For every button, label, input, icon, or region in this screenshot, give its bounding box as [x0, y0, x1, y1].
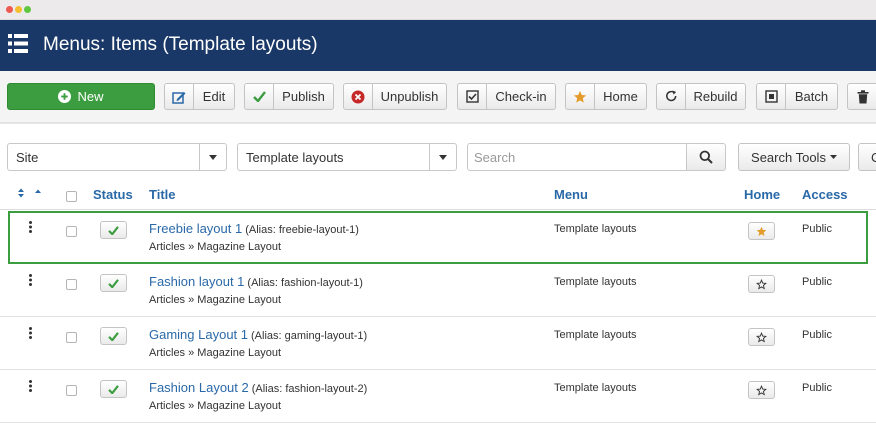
search-icon [699, 150, 713, 164]
status-toggle-button[interactable] [100, 274, 127, 292]
refresh-icon [657, 84, 686, 109]
item-menu: Template layouts [554, 276, 637, 288]
item-menu: Template layouts [554, 329, 637, 341]
home-toggle-button[interactable] [748, 328, 775, 346]
star-outline-icon [756, 331, 767, 343]
drag-handle-icon[interactable] [29, 221, 32, 233]
column-menu[interactable]: Menu [554, 187, 588, 202]
star-outline-icon [756, 278, 767, 290]
item-type: Articles » Magazine Layout [149, 400, 282, 412]
item-type: Articles » Magazine Layout [149, 241, 282, 253]
drag-handle-icon[interactable] [29, 274, 32, 286]
drag-handle-icon[interactable] [29, 380, 32, 392]
item-alias: (Alias: fashion-layout-2) [251, 383, 368, 395]
table-row[interactable]: Fashion Layout 2 (Alias: fashion-layout-2… [0, 370, 876, 423]
toolbar: New Edit Publish Unpublish Check-in Home… [0, 71, 876, 123]
star-outline-icon [756, 384, 767, 396]
maximize-window-icon[interactable] [24, 6, 31, 13]
page-title: Menus: Items (Template layouts) [43, 34, 318, 55]
item-title-link[interactable]: Fashion layout 1 [149, 274, 244, 289]
status-toggle-button[interactable] [100, 380, 127, 398]
filter-bar: Site Template layouts Search Tools C [0, 123, 876, 178]
row-checkbox[interactable] [66, 385, 77, 396]
edit-button[interactable]: Edit [164, 83, 235, 110]
caret-down-icon [429, 144, 456, 170]
item-type: Articles » Magazine Layout [149, 347, 282, 359]
status-toggle-button[interactable] [100, 327, 127, 345]
clear-button[interactable]: C [858, 143, 876, 171]
item-alias: (Alias: gaming-layout-1) [251, 330, 368, 342]
times-circle-icon [344, 84, 373, 109]
search-tools-button[interactable]: Search Tools [738, 143, 850, 171]
plus-circle-icon [58, 90, 72, 103]
trash-button[interactable] [847, 83, 876, 110]
item-alias: (Alias: fashion-layout-1) [247, 277, 363, 289]
unpublish-button[interactable]: Unpublish [343, 83, 447, 110]
item-title-link[interactable]: Fashion Layout 2 [149, 380, 249, 395]
check-icon [108, 278, 119, 288]
status-toggle-button[interactable] [100, 221, 127, 239]
window-chrome [0, 0, 876, 20]
check-icon [245, 84, 274, 109]
item-menu: Template layouts [554, 223, 637, 235]
item-alias: (Alias: freebie-layout-1) [245, 224, 359, 236]
item-type: Articles » Magazine Layout [149, 294, 282, 306]
row-checkbox[interactable] [66, 279, 77, 290]
table-row[interactable]: Fashion layout 1 (Alias: fashion-layout-1… [0, 264, 876, 317]
item-access: Public [802, 276, 832, 288]
table-header: Status Title Menu Home Access [0, 178, 876, 210]
item-title-link[interactable]: Freebie layout 1 [149, 221, 242, 236]
search-input[interactable] [467, 143, 687, 171]
publish-button[interactable]: Publish [244, 83, 334, 110]
batch-button[interactable]: Batch [756, 83, 838, 110]
search-button[interactable] [686, 143, 726, 171]
star-filled-icon [756, 226, 767, 236]
drag-handle-icon[interactable] [29, 327, 32, 339]
checkin-button[interactable]: Check-in [457, 83, 556, 110]
column-title[interactable]: Title [149, 187, 176, 202]
home-button[interactable]: Home [565, 83, 647, 110]
check-icon [108, 331, 119, 341]
home-toggle-button[interactable] [748, 275, 775, 293]
table-row[interactable]: Gaming Layout 1 (Alias: gaming-layout-1) … [0, 317, 876, 370]
item-access: Public [802, 329, 832, 341]
select-all-checkbox[interactable] [66, 191, 77, 202]
row-checkbox[interactable] [66, 226, 77, 237]
star-icon [566, 84, 595, 109]
menu-select[interactable]: Template layouts [237, 143, 457, 171]
close-window-icon[interactable] [6, 6, 13, 13]
caret-down-icon [199, 144, 226, 170]
item-access: Public [802, 382, 832, 394]
table-row[interactable]: Freebie layout 1 (Alias: freebie-layout-1… [8, 211, 868, 264]
column-access[interactable]: Access [802, 187, 848, 202]
check-icon [108, 225, 119, 235]
item-access: Public [802, 223, 832, 235]
rebuild-button[interactable]: Rebuild [656, 83, 746, 110]
list-icon [8, 34, 28, 53]
home-toggle-button[interactable] [748, 222, 775, 240]
column-home[interactable]: Home [744, 187, 780, 202]
check-icon [108, 384, 119, 394]
home-toggle-button[interactable] [748, 381, 775, 399]
sort-ordering-icon[interactable] [17, 188, 41, 198]
stop-square-icon [757, 84, 786, 109]
checkbox-icon [458, 84, 487, 109]
column-status[interactable]: Status [93, 187, 133, 202]
item-title-link[interactable]: Gaming Layout 1 [149, 327, 248, 342]
item-menu: Template layouts [554, 382, 637, 394]
caret-down-icon [829, 155, 837, 159]
row-checkbox[interactable] [66, 332, 77, 343]
new-button[interactable]: New [7, 83, 155, 110]
trash-icon [848, 84, 876, 109]
site-select[interactable]: Site [7, 143, 227, 171]
page-header: Menus: Items (Template layouts) [0, 20, 876, 71]
edit-icon [165, 84, 194, 109]
minimize-window-icon[interactable] [15, 6, 22, 13]
